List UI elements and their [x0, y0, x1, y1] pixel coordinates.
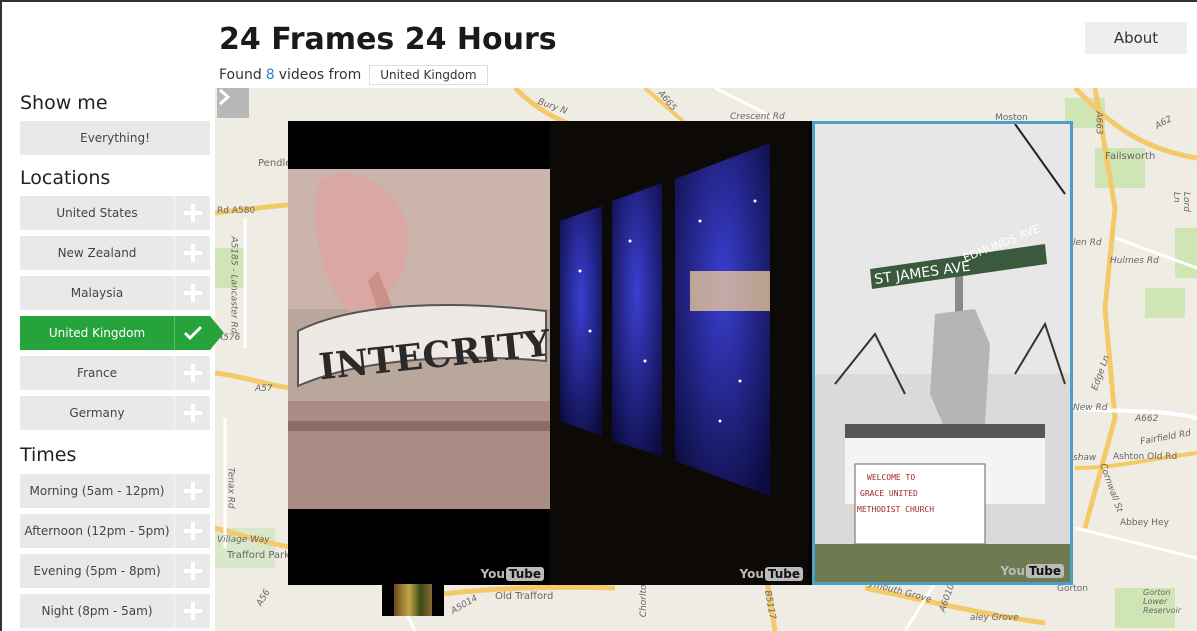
map-label: A57	[255, 384, 273, 394]
add-time-button[interactable]	[174, 514, 210, 548]
map-label: A662	[1135, 414, 1159, 424]
location-label: France	[77, 366, 117, 380]
map-label: Village Way	[217, 535, 270, 545]
video-frame-street-sign: ST JAMES AVE EDMUNDS AVE WELCOME TO GRAC…	[815, 124, 1070, 582]
map-label: Failsworth	[1105, 151, 1156, 162]
youtube-logo-tube: Tube	[1025, 564, 1064, 578]
sidebar: Show me Everything! Locations United Sta…	[0, 88, 224, 631]
map-label: Gorton	[1057, 584, 1088, 594]
location-label: Germany	[69, 406, 125, 420]
plus-icon	[183, 204, 202, 222]
add-time-button[interactable]	[174, 594, 210, 628]
map-label: Old Trafford	[495, 591, 554, 602]
location-united-states[interactable]: United States	[20, 196, 210, 230]
top-bar: 24 Frames 24 Hours Found 8 videos from U…	[0, 0, 1197, 88]
location-filter-chip[interactable]: United Kingdom	[369, 65, 488, 85]
chevron-right-icon	[219, 88, 231, 106]
plus-icon	[183, 244, 202, 262]
found-count: 8	[265, 67, 275, 83]
plus-icon	[183, 522, 202, 540]
add-time-button[interactable]	[174, 474, 210, 508]
map-label: shaw	[1073, 453, 1097, 463]
map-label: Lord Ln	[1171, 192, 1191, 212]
video-frame-integrity-sign: INTECRITY	[288, 121, 550, 585]
youtube-logo[interactable]: You Tube	[480, 567, 544, 581]
map-label: New Rd	[1073, 403, 1108, 413]
selected-location-toggle[interactable]	[174, 316, 210, 350]
youtube-logo-you: You	[739, 567, 764, 581]
thumbnail-image	[394, 584, 432, 616]
map-label: len Rd	[1073, 238, 1102, 248]
youtube-logo-tube: Tube	[505, 567, 544, 581]
locations-heading: Locations	[20, 167, 111, 189]
location-malaysia[interactable]: Malaysia	[20, 276, 210, 310]
video-player-3-selected[interactable]: ST JAMES AVE EDMUNDS AVE WELCOME TO GRAC…	[812, 121, 1073, 585]
map-label: A663	[1093, 111, 1104, 135]
time-label: Night (8pm - 5am)	[41, 604, 153, 618]
found-prefix: Found	[219, 67, 262, 83]
map-label: aley Grove	[970, 613, 1019, 623]
collapse-panel-button[interactable]	[217, 88, 249, 118]
plus-icon	[183, 562, 202, 580]
plus-icon	[183, 364, 202, 382]
video-strip: INTECRITY You Tube You Tube ST JAMES AVE…	[288, 121, 1073, 585]
time-night[interactable]: Night (8pm - 5am)	[20, 594, 210, 628]
location-france[interactable]: France	[20, 356, 210, 390]
plus-icon	[183, 284, 202, 302]
results-summary: Found 8 videos from United Kingdom	[219, 65, 488, 85]
video-frame-starry-window	[550, 121, 809, 585]
time-afternoon[interactable]: Afternoon (12pm - 5pm)	[20, 514, 210, 548]
add-location-button[interactable]	[174, 276, 210, 310]
youtube-logo-you: You	[480, 567, 505, 581]
location-label: Malaysia	[70, 286, 124, 300]
time-label: Afternoon (12pm - 5pm)	[24, 524, 170, 538]
youtube-logo-tube: Tube	[764, 567, 803, 581]
time-evening[interactable]: Evening (5pm - 8pm)	[20, 554, 210, 588]
show-me-heading: Show me	[20, 92, 108, 114]
add-location-button[interactable]	[174, 196, 210, 230]
map-label: Hulmes Rd	[1110, 256, 1159, 266]
location-label: United States	[56, 206, 138, 220]
plus-icon	[183, 404, 202, 422]
church-sign-line-3: METHODIST CHURCH	[857, 505, 934, 514]
map-label: A5185 - Lancaster Rd	[228, 236, 239, 334]
youtube-logo[interactable]: You Tube	[1000, 564, 1064, 578]
video-thumbnail[interactable]	[382, 584, 444, 616]
plus-icon	[183, 482, 202, 500]
add-time-button[interactable]	[174, 554, 210, 588]
youtube-logo[interactable]: You Tube	[739, 567, 803, 581]
video-player-2[interactable]: You Tube	[550, 121, 809, 585]
map-label: Rd A580	[217, 206, 256, 216]
plus-icon	[183, 602, 202, 620]
found-suffix: videos from	[278, 67, 362, 83]
time-label: Evening (5pm - 8pm)	[33, 564, 161, 578]
time-label: Morning (5am - 12pm)	[29, 484, 165, 498]
time-morning[interactable]: Morning (5am - 12pm)	[20, 474, 210, 508]
video-player-1[interactable]: INTECRITY You Tube	[288, 121, 550, 585]
add-location-button[interactable]	[174, 356, 210, 390]
location-germany[interactable]: Germany	[20, 396, 210, 430]
add-location-button[interactable]	[174, 236, 210, 270]
map-label: Tenax Rd	[225, 467, 236, 509]
map-label: Ashton Old Rd	[1113, 452, 1178, 462]
location-new-zealand[interactable]: New Zealand	[20, 236, 210, 270]
times-heading: Times	[20, 444, 77, 466]
church-sign-line-1: WELCOME TO	[867, 473, 915, 482]
everything-label: Everything!	[80, 131, 150, 145]
location-label: United Kingdom	[48, 326, 146, 340]
map-label: Trafford Park	[227, 550, 290, 561]
church-sign-line-2: GRACE UNITED	[860, 489, 918, 498]
add-location-button[interactable]	[174, 396, 210, 430]
page-title: 24 Frames 24 Hours	[219, 22, 557, 57]
map-label: Abbey Hey	[1120, 518, 1169, 528]
youtube-logo-you: You	[1000, 564, 1025, 578]
everything-button[interactable]: Everything!	[20, 121, 210, 155]
check-icon	[183, 325, 202, 341]
map-label: Gorton Lower Reservoir	[1143, 588, 1181, 615]
about-button[interactable]: About	[1085, 22, 1187, 54]
location-label: New Zealand	[57, 246, 137, 260]
location-united-kingdom[interactable]: United Kingdom	[20, 316, 224, 350]
